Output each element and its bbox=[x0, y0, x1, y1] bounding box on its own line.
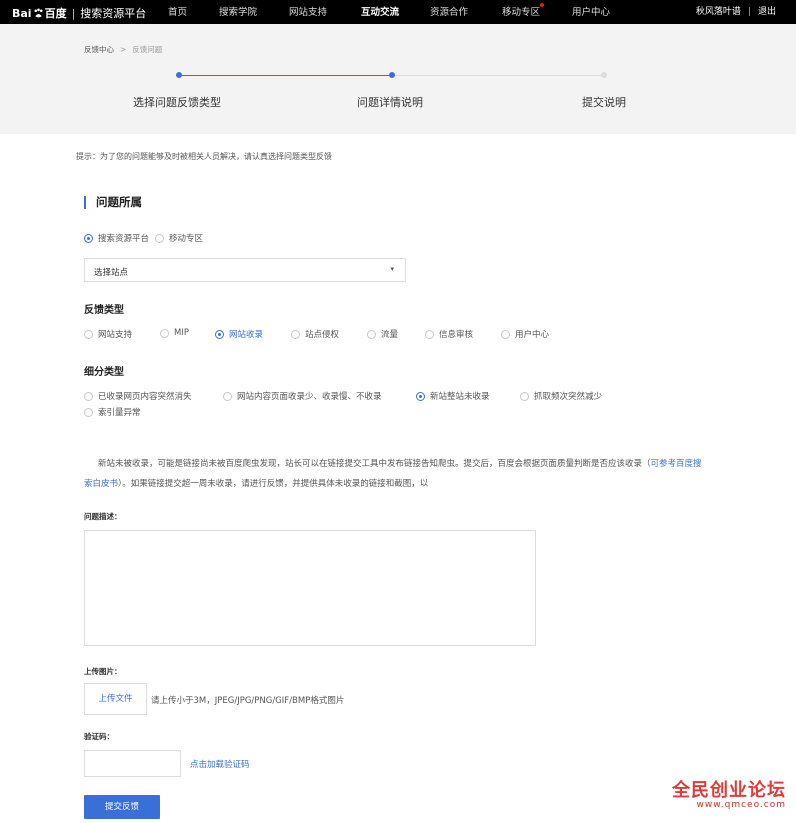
logo-text: Bai bbox=[12, 6, 32, 20]
radio-circle bbox=[155, 233, 164, 243]
feedback-type-title: 反馈类型 bbox=[84, 305, 124, 316]
nav-item-resources[interactable]: 资源合作 bbox=[430, 4, 468, 18]
radio-label: 流量 bbox=[381, 330, 399, 340]
radio-sub-index-abnormal[interactable]: 索引量异常 bbox=[84, 406, 141, 418]
logout-link[interactable]: 退出 bbox=[758, 7, 776, 17]
radio-sub-new-site[interactable]: 新站整站未收录 bbox=[416, 390, 490, 402]
radio-label: MIP bbox=[174, 328, 189, 338]
user-area: 秋风落叶谱 | 退出 bbox=[696, 4, 776, 17]
step-label-3: 提交说明 bbox=[582, 96, 626, 109]
radio-label: 站点侵权 bbox=[305, 330, 340, 340]
radio-circle bbox=[215, 329, 224, 339]
radio-sub-low-index[interactable]: 网站内容页面收录少、收录慢、不收录 bbox=[223, 390, 382, 402]
step-label-2: 问题详情说明 bbox=[357, 96, 423, 109]
radio-label: 搜索资源平台 bbox=[98, 234, 150, 244]
platform-name: 搜索资源平台 bbox=[80, 7, 147, 20]
problem-desc-label: 问题描述： bbox=[84, 512, 122, 521]
progress-panel bbox=[0, 24, 796, 134]
step-dot-3 bbox=[601, 72, 607, 78]
radio-label: 信息审核 bbox=[439, 330, 474, 340]
captcha-load-link[interactable]: 点击加载验证码 bbox=[190, 758, 250, 770]
radio-circle bbox=[416, 391, 425, 401]
radio-circle bbox=[84, 407, 93, 417]
nav-item-user-center[interactable]: 用户中心 bbox=[572, 4, 610, 18]
radio-label: 网站收录 bbox=[229, 330, 264, 340]
breadcrumb: 反馈中心 > 反馈问题 bbox=[84, 44, 162, 55]
radio-type-user-center[interactable]: 用户中心 bbox=[501, 328, 549, 340]
upload-hint: 请上传小于3M，JPEG/JPG/PNG/GIF/BMP格式图片 bbox=[151, 696, 345, 706]
nav-item-academy[interactable]: 搜索学院 bbox=[219, 4, 257, 18]
radio-label: 网站内容页面收录少、收录慢、不收录 bbox=[237, 392, 382, 402]
radio-label: 已收录网页内容突然消失 bbox=[98, 392, 192, 402]
watermark-title: 全民创业论坛 bbox=[672, 780, 786, 801]
upload-button[interactable]: 上传文件 bbox=[84, 683, 147, 715]
radio-circle bbox=[84, 329, 93, 339]
radio-mobile-zone[interactable]: 移动专区 bbox=[155, 232, 203, 244]
radio-circle bbox=[160, 328, 169, 338]
breadcrumb-current: 反馈问题 bbox=[132, 45, 163, 54]
radio-type-traffic[interactable]: 流量 bbox=[367, 328, 398, 340]
nav-item-home[interactable]: 首页 bbox=[168, 4, 187, 18]
radio-label: 抓取频次突然减少 bbox=[534, 392, 603, 402]
site-select-value: 选择站点 bbox=[94, 268, 129, 278]
radio-label: 用户中心 bbox=[515, 330, 550, 340]
radio-search-platform[interactable]: 搜索资源平台 bbox=[84, 232, 149, 244]
radio-circle bbox=[367, 329, 376, 339]
radio-type-review[interactable]: 信息审核 bbox=[425, 328, 473, 340]
captcha-input[interactable] bbox=[84, 750, 181, 777]
site-select[interactable]: 选择站点 ▾ bbox=[84, 258, 406, 282]
logo-text-baidu: 百度 bbox=[44, 7, 67, 20]
radio-circle bbox=[84, 233, 93, 243]
description-text-2: ）。如果链接提交超一周未收录，请进行反馈，并提供具体未收录的链接和截图，以 bbox=[118, 479, 429, 489]
radio-type-site-support[interactable]: 网站支持 bbox=[84, 328, 132, 340]
radio-circle bbox=[501, 329, 510, 339]
radio-circle bbox=[223, 391, 232, 401]
captcha-label: 验证码： bbox=[84, 732, 114, 741]
step-dot-1 bbox=[176, 72, 182, 78]
radio-type-infringement[interactable]: 站点侵权 bbox=[291, 328, 339, 340]
radio-sub-crawl-drop[interactable]: 抓取频次突然减少 bbox=[520, 390, 602, 402]
radio-label: 新站整站未收录 bbox=[430, 392, 490, 402]
radio-sub-content-lost[interactable]: 已收录网页内容突然消失 bbox=[84, 390, 192, 402]
radio-circle bbox=[520, 391, 529, 401]
radio-label: 网站支持 bbox=[98, 330, 133, 340]
chevron-down-icon: ▾ bbox=[390, 265, 394, 273]
description-text-1: 新站未被收录，可能是链接尚未被百度爬虫发现，站长可以在链接提交工具中发布链接告知… bbox=[98, 459, 651, 469]
nav-item-mobile[interactable]: 移动专区 bbox=[502, 4, 540, 18]
step-dot-2 bbox=[389, 72, 395, 78]
radio-type-indexing[interactable]: 网站收录 bbox=[215, 328, 263, 340]
radio-label: 索引量异常 bbox=[98, 408, 141, 418]
problem-desc-textarea[interactable] bbox=[84, 530, 536, 646]
sub-type-title: 细分类型 bbox=[84, 367, 124, 378]
step-label-1: 选择问题反馈类型 bbox=[133, 96, 221, 109]
nav-item-interaction[interactable]: 互动交流 bbox=[361, 4, 399, 18]
breadcrumb-separator: > bbox=[120, 45, 127, 54]
radio-label: 移动专区 bbox=[169, 234, 204, 244]
nav-item-site-support[interactable]: 网站支持 bbox=[289, 4, 327, 18]
section-title: 问题所属 bbox=[84, 196, 142, 209]
radio-circle bbox=[425, 329, 434, 339]
step-line-done bbox=[179, 75, 392, 76]
radio-circle bbox=[84, 391, 93, 401]
step-line-todo bbox=[392, 75, 604, 76]
breadcrumb-root[interactable]: 反馈中心 bbox=[84, 45, 114, 54]
description-paragraph: 新站未被收录，可能是链接尚未被百度爬虫发现，站长可以在链接提交工具中发布链接告知… bbox=[84, 454, 704, 494]
paw-icon bbox=[34, 8, 43, 17]
baidu-logo[interactable]: Bai 百度 | 搜索资源平台 bbox=[12, 5, 146, 21]
radio-type-mip[interactable]: MIP bbox=[160, 328, 189, 338]
username-link[interactable]: 秋风落叶谱 bbox=[696, 7, 741, 17]
tip-text: 提示：为了您的问题能够及时被相关人员解决，请认真选择问题类型反馈 bbox=[76, 152, 332, 161]
logo-divider: | bbox=[71, 6, 76, 20]
radio-circle bbox=[291, 329, 300, 339]
upload-label: 上传图片： bbox=[84, 667, 122, 676]
submit-button[interactable]: 提交反馈 bbox=[84, 795, 160, 819]
watermark: 全民创业论坛 www.qmceo.com bbox=[672, 776, 786, 810]
top-nav-bar: Bai 百度 | 搜索资源平台 首页 搜索学院 网站支持 互动交流 资源合作 移… bbox=[0, 0, 796, 24]
notification-dot bbox=[540, 3, 544, 7]
user-divider: | bbox=[747, 7, 751, 17]
